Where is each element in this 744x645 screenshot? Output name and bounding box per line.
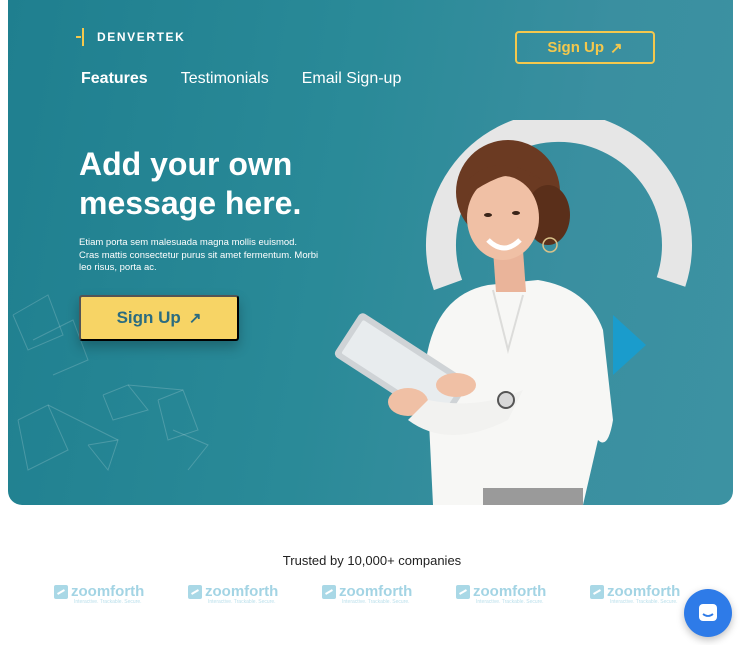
nav-item-email-signup[interactable]: Email Sign-up [302, 70, 402, 88]
partner-logos: zoomforth Interactive. Trackable. Secure… [54, 583, 686, 605]
partner-logo: zoomforth Interactive. Trackable. Secure… [590, 583, 686, 605]
partner-name: zoomforth [71, 583, 145, 600]
nav-item-testimonials[interactable]: Testimonials [181, 70, 269, 88]
partner-tagline: Interactive. Trackable. Secure. [74, 599, 142, 605]
main-nav: Features Testimonials Email Sign-up [81, 70, 401, 88]
brand-logo[interactable]: DENVERTEK [76, 28, 185, 46]
zoomforth-logo-icon [456, 584, 470, 599]
partner-tagline: Interactive. Trackable. Secure. [610, 599, 678, 605]
partner-tagline: Interactive. Trackable. Secure. [476, 599, 544, 605]
brand-mark-icon [76, 28, 90, 46]
hero-signup-button[interactable]: Sign Up ↗ [79, 295, 239, 341]
chat-bubble-icon [699, 604, 717, 621]
header-signup-label: Sign Up [547, 39, 605, 56]
hero-body-text: Etiam porta sem malesuada magna mollis e… [79, 237, 319, 273]
nav-item-features[interactable]: Features [81, 70, 148, 88]
woman-figure [334, 140, 613, 505]
partner-name: zoomforth [339, 583, 413, 600]
arrow-up-right-icon: ↗ [188, 310, 202, 327]
header-signup-button[interactable]: Sign Up ↗ [515, 31, 655, 64]
trusted-heading: Trusted by 10,000+ companies [282, 553, 462, 568]
partner-logo: zoomforth Interactive. Trackable. Secure… [456, 583, 552, 605]
chat-launcher-button[interactable] [684, 589, 732, 637]
hero-illustration [334, 120, 692, 505]
partner-tagline: Interactive. Trackable. Secure. [342, 599, 410, 605]
brand-name: DENVERTEK [97, 30, 186, 44]
zoomforth-logo-icon [188, 584, 202, 599]
hero-signup-label: Sign Up [116, 308, 181, 327]
partner-logo: zoomforth Interactive. Trackable. Secure… [188, 583, 284, 605]
partner-name: zoomforth [205, 583, 279, 600]
partner-name: zoomforth [607, 583, 681, 600]
partner-name: zoomforth [473, 583, 547, 600]
arrow-up-right-icon: ↗ [610, 39, 623, 57]
decorative-triangle [613, 315, 646, 375]
partner-logo: zoomforth Interactive. Trackable. Secure… [54, 583, 150, 605]
zoomforth-logo-icon [590, 584, 604, 599]
zoomforth-logo-icon [54, 584, 68, 599]
partner-tagline: Interactive. Trackable. Secure. [208, 599, 276, 605]
partner-logo: zoomforth Interactive. Trackable. Secure… [322, 583, 418, 605]
hero-section: DENVERTEK Sign Up ↗ Features Testimonial… [8, 0, 733, 505]
zoomforth-logo-icon [322, 584, 336, 599]
